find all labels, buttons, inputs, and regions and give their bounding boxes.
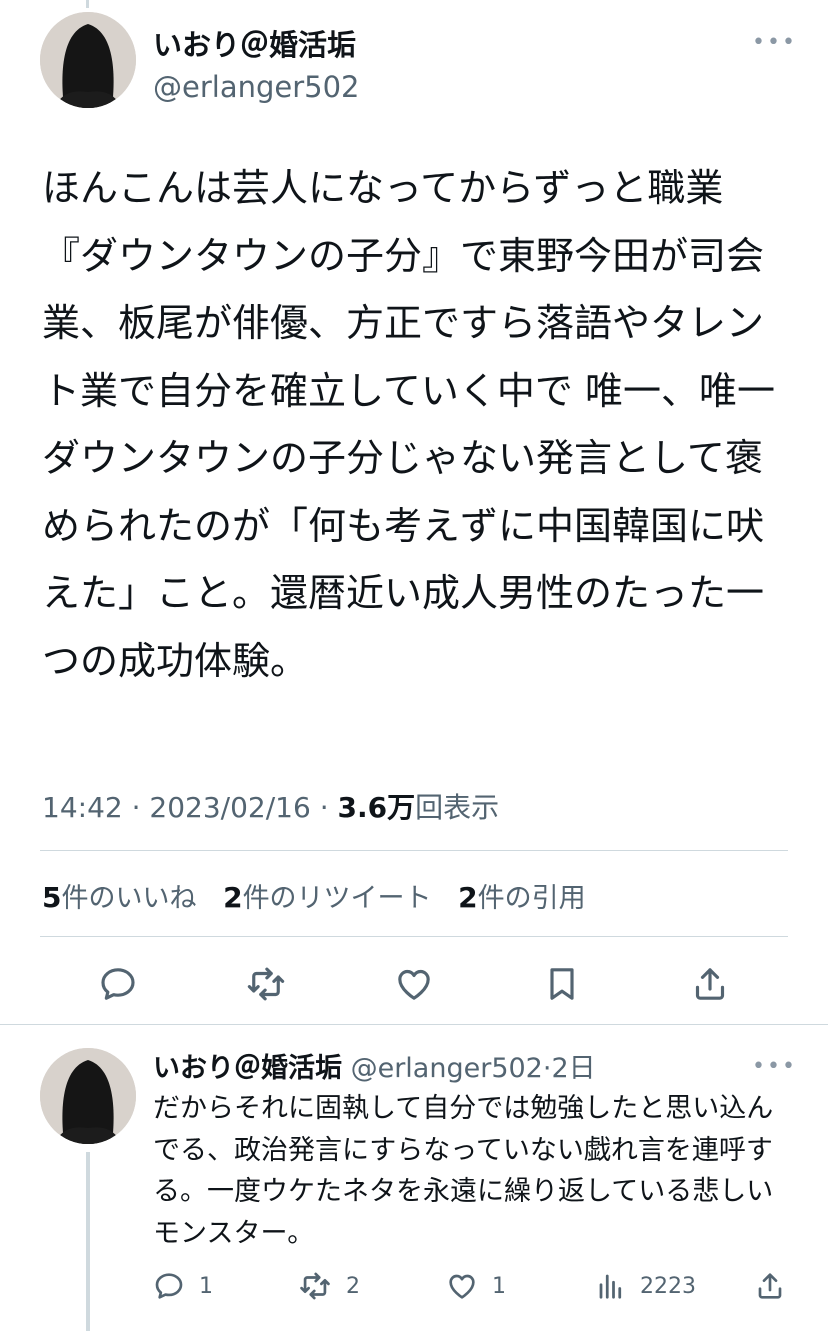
reply-icon [101, 968, 135, 1000]
avatar[interactable] [40, 12, 136, 108]
retweet-icon [247, 967, 285, 1001]
reply-avatar[interactable] [40, 1048, 136, 1144]
retweet-icon [300, 1272, 330, 1300]
action-bar [0, 960, 828, 1008]
reply-author-name[interactable]: いおり＠婚活垢 [153, 1053, 342, 1084]
views-label: 回表示 [415, 791, 500, 824]
reply-like-button[interactable]: 1 [446, 1266, 506, 1306]
reply-text: だからそれに固執して自分では勉強したと思い込んでる、政治発言にすらなっていない戯… [153, 1093, 774, 1249]
author-block: いおり＠婚活垢 @erlanger502 [153, 22, 360, 104]
author-handle[interactable]: @erlanger502 [153, 70, 360, 104]
tweet-date[interactable]: 2023/02/16 [149, 791, 310, 824]
like-icon [398, 969, 430, 1000]
thread-connector-top [86, 0, 89, 8]
reply-header: いおり＠婚活垢 @erlanger502·2日 [153, 1046, 596, 1085]
more-options-icon[interactable]: ••• [752, 30, 797, 55]
share-icon [695, 968, 725, 1000]
reply-author-handle[interactable]: @erlanger502 [351, 1053, 543, 1084]
retweet-count: 2 [346, 1273, 360, 1299]
tweet-time[interactable]: 14:42 [42, 791, 123, 824]
engagement-stats: 5件のいいね 2件のリツイート 2件の引用 [42, 876, 604, 915]
like-icon [449, 1274, 475, 1299]
tweet-meta: 14:42 · 2023/02/16 · 3.6万回表示 [42, 786, 499, 826]
meta-separator: · [319, 791, 338, 824]
retweets-label: 件のリツイート [242, 883, 432, 914]
quotes-stat[interactable]: 2件の引用 [458, 881, 586, 914]
reply-retweet-button[interactable]: 2 [298, 1266, 360, 1306]
bookmark-button[interactable] [538, 960, 586, 1008]
views-count: 3.6 [337, 791, 388, 824]
view-count: 2223 [640, 1273, 696, 1299]
author-name[interactable]: いおり＠婚活垢 [153, 22, 360, 64]
reply-views-button[interactable]: 2223 [596, 1266, 696, 1306]
tweet-text: ほんこんは芸人になってからずっと職業『ダウンタウンの子分』で東野今田が司会業、板… [42, 166, 775, 683]
share-button[interactable] [686, 960, 734, 1008]
quotes-label: 件の引用 [477, 883, 586, 914]
reply-count: 1 [199, 1273, 213, 1299]
like-count: 1 [492, 1273, 506, 1299]
reply-icon [155, 1273, 183, 1299]
quotes-count: 2 [458, 881, 478, 914]
reply-more-options-icon[interactable]: ••• [752, 1054, 797, 1079]
meta-separator: · [131, 791, 150, 824]
likes-stat[interactable]: 5件のいいね [42, 881, 197, 914]
views-unit: 万 [387, 791, 416, 824]
analytics-icon [599, 1274, 622, 1299]
bookmark-icon [550, 968, 574, 1000]
like-button[interactable] [390, 960, 438, 1008]
retweets-stat[interactable]: 2件のリツイート [223, 881, 432, 914]
avatar-image [40, 1048, 136, 1144]
retweet-button[interactable] [242, 960, 290, 1008]
share-icon [758, 1273, 782, 1299]
reply-action-bar: 1 2 1 2223 [0, 1266, 828, 1306]
reply-button[interactable] [94, 960, 142, 1008]
retweets-count: 2 [223, 881, 243, 914]
reply-share-button[interactable] [754, 1266, 800, 1306]
avatar-image [40, 12, 136, 108]
reply-reply-button[interactable]: 1 [153, 1266, 213, 1306]
likes-count: 5 [42, 881, 62, 914]
reply-age[interactable]: 2日 [551, 1053, 595, 1084]
likes-label: 件のいいね [61, 883, 197, 914]
divider [40, 936, 788, 937]
divider [0, 1024, 828, 1025]
divider [40, 850, 788, 851]
